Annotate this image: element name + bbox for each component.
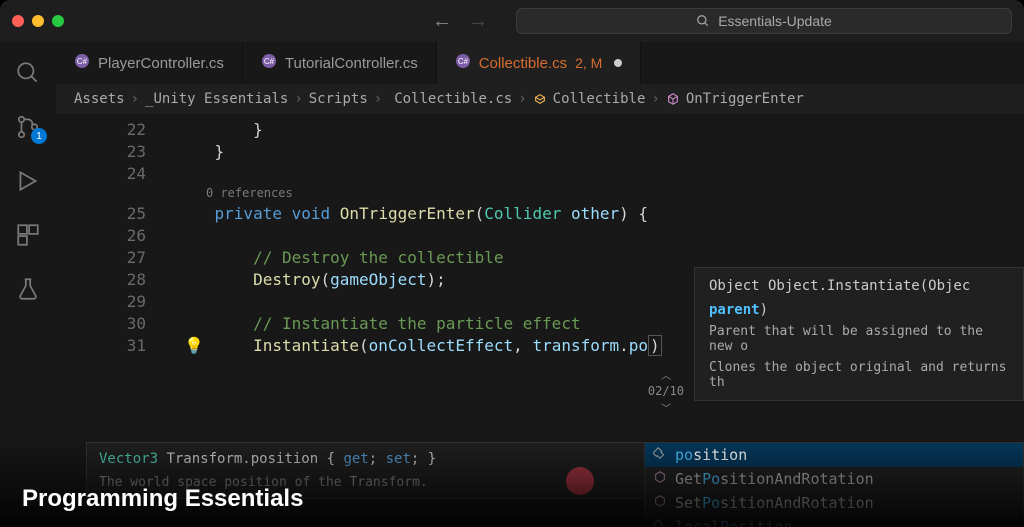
editor-tabs: C#PlayerController.csC#TutorialControlle… <box>56 42 1024 84</box>
source-control-icon[interactable]: 1 <box>15 114 41 140</box>
cursor-indicator <box>566 467 594 495</box>
tab-tutorialcontroller-cs[interactable]: C#TutorialController.cs <box>243 42 437 84</box>
crumb[interactable]: Collectible.cs <box>394 91 512 107</box>
scm-badge: 1 <box>31 128 47 144</box>
crumb[interactable]: _Unity Essentials <box>145 91 288 107</box>
activity-bar: 1 <box>0 42 56 527</box>
intellisense-popup[interactable]: positionGetPositionAndRotationSetPositio… <box>644 442 1024 527</box>
code-line[interactable]: 25 private void OnTriggerEnter(Collider … <box>56 202 1024 224</box>
nav-arrows: ← → <box>432 10 488 33</box>
command-center[interactable]: Essentials-Update <box>516 8 1012 34</box>
crumb[interactable]: OnTriggerEnter <box>686 91 804 107</box>
doc-desc1: Parent that will be assigned to the new … <box>709 324 1009 354</box>
suggestion-item[interactable]: localPosition <box>645 515 1023 527</box>
tab-collectible-cs[interactable]: C#Collectible.cs2, M <box>437 42 642 84</box>
code-line[interactable]: 26 <box>56 224 1024 246</box>
signature-text: Vector3 Transform.position { get; set; } <box>99 451 673 467</box>
extensions-icon[interactable] <box>15 222 41 248</box>
tab-playercontroller-cs[interactable]: C#PlayerController.cs <box>56 42 243 84</box>
svg-text:C#: C# <box>264 57 275 66</box>
doc-param: parent <box>709 302 760 318</box>
editor-area: C#PlayerController.csC#TutorialControlle… <box>56 42 1024 527</box>
nav-forward[interactable]: → <box>468 10 488 33</box>
counter-value: 02/10 <box>648 384 684 398</box>
search-icon <box>696 14 710 28</box>
svg-text:C#: C# <box>458 57 469 66</box>
parameter-hint-doc: Object Object.Instantiate(Objec parent) … <box>694 267 1024 401</box>
chevron-down-icon[interactable]: ﹀ <box>661 400 671 415</box>
close-window[interactable] <box>12 15 24 27</box>
nav-back[interactable]: ← <box>432 10 452 33</box>
run-debug-icon[interactable] <box>15 168 41 194</box>
minimize-window[interactable] <box>32 15 44 27</box>
suggestion-item[interactable]: position <box>645 443 1023 467</box>
explorer-icon[interactable] <box>15 60 41 86</box>
code-line[interactable]: 27 // Destroy the collectible <box>56 246 1024 268</box>
code-line[interactable]: 23 } <box>56 140 1024 162</box>
suggestion-item[interactable]: GetPositionAndRotation <box>645 467 1023 491</box>
search-text: Essentials-Update <box>718 13 832 29</box>
suggestion-item[interactable]: SetPositionAndRotation <box>645 491 1023 515</box>
testing-icon[interactable] <box>15 276 41 302</box>
codelens[interactable]: 0 references <box>206 184 1024 202</box>
lightbulb-icon[interactable]: 💡 <box>184 336 204 355</box>
code-line[interactable]: 22 } <box>56 118 1024 140</box>
video-caption: Programming Essentials <box>22 485 303 513</box>
crumb[interactable]: Collectible <box>553 91 646 107</box>
crumb[interactable]: Assets <box>74 91 125 107</box>
code-line[interactable]: 24 <box>56 162 1024 184</box>
doc-desc2: Clones the object original and returns t… <box>709 360 1009 390</box>
breadcrumbs[interactable]: Assets›_Unity Essentials›Scripts›C#Colle… <box>56 84 1024 114</box>
crumb[interactable]: Scripts <box>309 91 368 107</box>
doc-sig: Object Object.Instantiate(Objec <box>709 278 970 294</box>
window-controls <box>12 15 64 27</box>
title-bar: ← → Essentials-Update <box>0 0 1024 42</box>
svg-text:C#: C# <box>77 57 88 66</box>
chevron-up-icon[interactable]: ︿ <box>661 367 671 382</box>
maximize-window[interactable] <box>52 15 64 27</box>
overload-counter[interactable]: ︿ 02/10 ﹀ <box>648 367 684 415</box>
